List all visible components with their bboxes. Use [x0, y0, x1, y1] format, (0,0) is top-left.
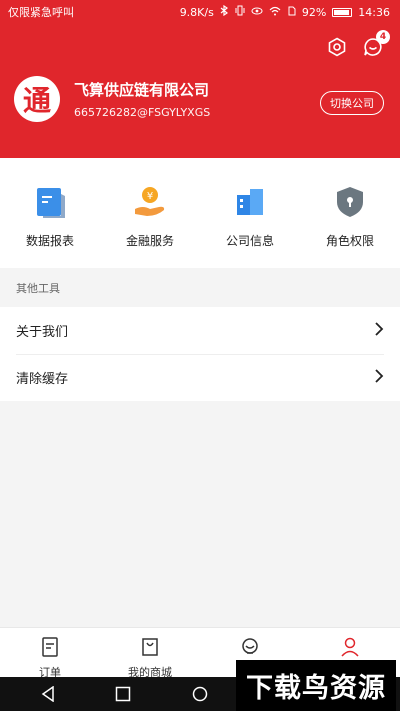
mall-bag-icon — [141, 637, 159, 661]
status-bar: 仅限紧急呼叫 9.8K/s 92% 14:36 — [0, 0, 400, 24]
order-icon — [41, 637, 59, 661]
clock: 14:36 — [358, 5, 390, 19]
list-item-about-us[interactable]: 关于我们 — [0, 307, 400, 354]
company-name: 飞算供应链有限公司 — [74, 81, 210, 99]
quick-item-label: 数据报表 — [25, 234, 74, 248]
settings-button[interactable] — [326, 37, 348, 61]
bluetooth-icon — [220, 4, 229, 19]
quick-actions: 数据报表 ¥ 金融服务 公司信息 角色权限 — [0, 158, 400, 268]
quick-item-label: 公司信息 — [225, 234, 274, 248]
quick-item-role-permission[interactable]: 角色权限 — [300, 158, 400, 268]
company-icon — [232, 184, 268, 220]
tab-my-mall[interactable]: 我的商城 — [100, 628, 200, 679]
profile-header: 仅限紧急呼叫 9.8K/s 92% 14:36 4 通 飞算供应链有限公司 66… — [0, 0, 400, 158]
network-speed: 9.8K/s — [179, 5, 214, 19]
list-item-clear-cache[interactable]: 清除缓存 — [0, 354, 400, 401]
report-icon — [32, 184, 68, 220]
profile-icon — [341, 637, 359, 661]
list-item-label: 清除缓存 — [16, 372, 69, 387]
watermark-logo: 下载鸟资源 — [236, 660, 396, 711]
sim-icon — [287, 6, 296, 19]
back-triangle-icon[interactable] — [41, 685, 55, 706]
battery-percent: 92% — [301, 5, 327, 19]
chevron-right-icon — [374, 321, 384, 341]
recents-square-icon[interactable] — [115, 686, 131, 706]
quick-item-data-report[interactable]: 数据报表 — [0, 158, 100, 268]
supply-icon — [240, 637, 260, 661]
switch-company-button[interactable]: 切换公司 — [320, 91, 384, 115]
home-circle-icon[interactable] — [192, 686, 208, 706]
section-title: 其他工具 — [16, 282, 60, 295]
battery-icon — [332, 7, 353, 17]
quick-item-finance[interactable]: ¥ 金融服务 — [100, 158, 200, 268]
finance-icon: ¥ — [132, 184, 168, 220]
message-count-badge: 4 — [376, 30, 390, 44]
quick-item-label: 角色权限 — [325, 234, 374, 248]
quick-item-company-info[interactable]: 公司信息 — [200, 158, 300, 268]
company-account-id: 665726282@FSGYLYXGS — [74, 106, 211, 119]
gear-hexagon-icon — [327, 37, 347, 61]
svg-text:¥: ¥ — [147, 191, 153, 202]
eye-comfort-icon — [251, 6, 263, 19]
vibrate-icon — [235, 5, 245, 19]
tools-list: 关于我们 清除缓存 — [0, 307, 400, 401]
company-avatar: 通 — [14, 76, 60, 122]
quick-item-label: 金融服务 — [125, 234, 174, 248]
carrier-text: 仅限紧急呼叫 — [8, 6, 74, 19]
permission-shield-icon — [332, 184, 368, 220]
tab-orders[interactable]: 订单 — [0, 628, 100, 679]
chevron-right-icon — [374, 368, 384, 388]
list-item-label: 关于我们 — [16, 325, 69, 340]
messages-button[interactable]: 4 — [362, 30, 390, 60]
wifi-icon — [269, 6, 281, 19]
